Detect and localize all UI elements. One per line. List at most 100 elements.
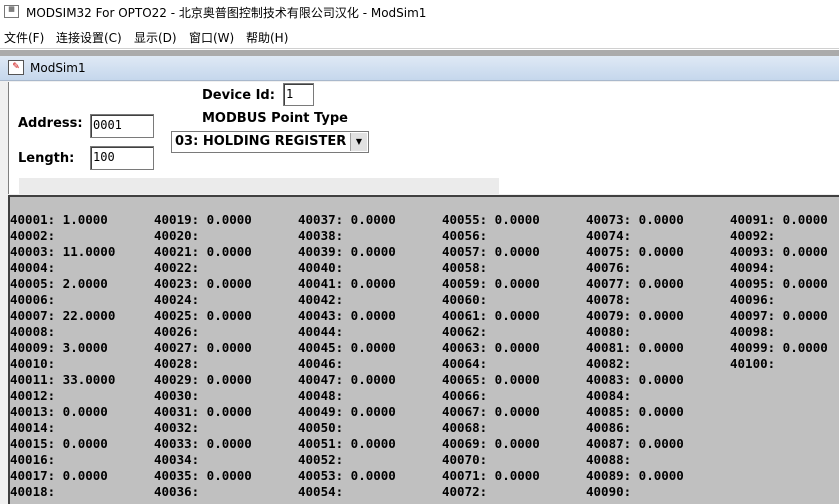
register-cell[interactable]: 40052: bbox=[298, 452, 396, 468]
register-cell[interactable]: 40056: bbox=[442, 228, 540, 244]
register-cell[interactable]: 40087: 0.0000 bbox=[586, 436, 684, 452]
register-cell[interactable]: 40012: bbox=[10, 388, 115, 404]
register-cell[interactable]: 40086: bbox=[586, 420, 684, 436]
register-cell[interactable]: 40019: 0.0000 bbox=[154, 212, 252, 228]
register-cell[interactable]: 40079: 0.0000 bbox=[586, 308, 684, 324]
register-cell[interactable]: 40017: 0.0000 bbox=[10, 468, 115, 484]
register-cell[interactable]: 40004: bbox=[10, 260, 115, 276]
register-cell[interactable]: 40077: 0.0000 bbox=[586, 276, 684, 292]
register-cell[interactable]: 40047: 0.0000 bbox=[298, 372, 396, 388]
menu-display[interactable]: 显示(D) bbox=[134, 29, 177, 46]
register-cell[interactable]: 40053: 0.0000 bbox=[298, 468, 396, 484]
register-cell[interactable]: 40001: 1.0000 bbox=[10, 212, 115, 228]
register-cell[interactable]: 40066: bbox=[442, 388, 540, 404]
register-cell[interactable]: 40085: 0.0000 bbox=[586, 404, 684, 420]
register-cell[interactable]: 40016: bbox=[10, 452, 115, 468]
register-cell[interactable]: 40007: 22.0000 bbox=[10, 308, 115, 324]
register-cell[interactable]: 40024: bbox=[154, 292, 252, 308]
register-cell[interactable]: 40031: 0.0000 bbox=[154, 404, 252, 420]
register-cell[interactable]: 40033: 0.0000 bbox=[154, 436, 252, 452]
register-cell[interactable]: 40018: bbox=[10, 484, 115, 500]
register-cell[interactable]: 40010: bbox=[10, 356, 115, 372]
register-cell[interactable]: 40067: 0.0000 bbox=[442, 404, 540, 420]
register-cell[interactable]: 40082: bbox=[586, 356, 684, 372]
register-cell[interactable]: 40050: bbox=[298, 420, 396, 436]
register-cell[interactable]: 40020: bbox=[154, 228, 252, 244]
register-cell[interactable]: 40003: 11.0000 bbox=[10, 244, 115, 260]
register-cell[interactable]: 40032: bbox=[154, 420, 252, 436]
register-cell[interactable]: 40091: 0.0000 bbox=[730, 212, 828, 228]
menu-file[interactable]: 文件(F) bbox=[4, 29, 44, 46]
register-cell[interactable]: 40084: bbox=[586, 388, 684, 404]
register-cell[interactable]: 40035: 0.0000 bbox=[154, 468, 252, 484]
register-cell[interactable]: 40073: 0.0000 bbox=[586, 212, 684, 228]
register-grid[interactable]: 40001: 1.0000 40002: 40003: 11.0000 40004: 4… bbox=[8, 195, 839, 504]
register-cell[interactable]: 40100: bbox=[730, 356, 828, 372]
register-cell[interactable]: 40063: 0.0000 bbox=[442, 340, 540, 356]
register-cell[interactable]: 40026: bbox=[154, 324, 252, 340]
child-titlebar[interactable]: ✎ ModSim1 bbox=[0, 56, 839, 81]
register-cell[interactable]: 40038: bbox=[298, 228, 396, 244]
register-cell[interactable]: 40059: 0.0000 bbox=[442, 276, 540, 292]
register-cell[interactable]: 40094: bbox=[730, 260, 828, 276]
device-id-field[interactable]: 1 bbox=[283, 83, 314, 106]
register-cell[interactable]: 40058: bbox=[442, 260, 540, 276]
register-cell[interactable]: 40029: 0.0000 bbox=[154, 372, 252, 388]
register-cell[interactable]: 40002: bbox=[10, 228, 115, 244]
register-cell[interactable]: 40076: bbox=[586, 260, 684, 276]
register-cell[interactable]: 40054: bbox=[298, 484, 396, 500]
register-cell[interactable]: 40036: bbox=[154, 484, 252, 500]
register-cell[interactable]: 40093: 0.0000 bbox=[730, 244, 828, 260]
register-cell[interactable]: 40065: 0.0000 bbox=[442, 372, 540, 388]
register-cell[interactable]: 40006: bbox=[10, 292, 115, 308]
register-cell[interactable]: 40023: 0.0000 bbox=[154, 276, 252, 292]
register-cell[interactable]: 40042: bbox=[298, 292, 396, 308]
register-cell[interactable]: 40071: 0.0000 bbox=[442, 468, 540, 484]
register-cell[interactable]: 40095: 0.0000 bbox=[730, 276, 828, 292]
register-cell[interactable]: 40074: bbox=[586, 228, 684, 244]
register-cell[interactable]: 40098: bbox=[730, 324, 828, 340]
register-cell[interactable]: 40081: 0.0000 bbox=[586, 340, 684, 356]
register-cell[interactable]: 40060: bbox=[442, 292, 540, 308]
register-cell[interactable]: 40014: bbox=[10, 420, 115, 436]
register-cell[interactable]: 40021: 0.0000 bbox=[154, 244, 252, 260]
register-cell[interactable]: 40027: 0.0000 bbox=[154, 340, 252, 356]
register-cell[interactable]: 40030: bbox=[154, 388, 252, 404]
register-cell[interactable]: 40096: bbox=[730, 292, 828, 308]
register-cell[interactable]: 40062: bbox=[442, 324, 540, 340]
register-cell[interactable]: 40075: 0.0000 bbox=[586, 244, 684, 260]
register-cell[interactable]: 40055: 0.0000 bbox=[442, 212, 540, 228]
register-cell[interactable]: 40011: 33.0000 bbox=[10, 372, 115, 388]
register-cell[interactable]: 40041: 0.0000 bbox=[298, 276, 396, 292]
menu-help[interactable]: 帮助(H) bbox=[246, 29, 288, 46]
register-cell[interactable]: 40064: bbox=[442, 356, 540, 372]
register-cell[interactable]: 40008: bbox=[10, 324, 115, 340]
register-cell[interactable]: 40039: 0.0000 bbox=[298, 244, 396, 260]
register-cell[interactable]: 40097: 0.0000 bbox=[730, 308, 828, 324]
register-cell[interactable]: 40049: 0.0000 bbox=[298, 404, 396, 420]
register-cell[interactable]: 40061: 0.0000 bbox=[442, 308, 540, 324]
chevron-down-icon[interactable]: ▼ bbox=[350, 133, 367, 151]
register-cell[interactable]: 40068: bbox=[442, 420, 540, 436]
register-cell[interactable]: 40092: bbox=[730, 228, 828, 244]
register-cell[interactable]: 40009: 3.0000 bbox=[10, 340, 115, 356]
register-cell[interactable]: 40025: 0.0000 bbox=[154, 308, 252, 324]
register-cell[interactable]: 40072: bbox=[442, 484, 540, 500]
register-cell[interactable]: 40022: bbox=[154, 260, 252, 276]
register-cell[interactable]: 40099: 0.0000 bbox=[730, 340, 828, 356]
register-cell[interactable]: 40088: bbox=[586, 452, 684, 468]
register-cell[interactable]: 40078: bbox=[586, 292, 684, 308]
register-cell[interactable]: 40028: bbox=[154, 356, 252, 372]
register-cell[interactable]: 40051: 0.0000 bbox=[298, 436, 396, 452]
window-titlebar[interactable]: ▦ MODSIM32 For OPTO22 - 北京奥普图控制技术有限公司汉化 … bbox=[0, 0, 839, 24]
length-field[interactable]: 100 bbox=[90, 146, 154, 170]
register-cell[interactable]: 40045: 0.0000 bbox=[298, 340, 396, 356]
register-cell[interactable]: 40057: 0.0000 bbox=[442, 244, 540, 260]
register-cell[interactable]: 40069: 0.0000 bbox=[442, 436, 540, 452]
register-cell[interactable]: 40070: bbox=[442, 452, 540, 468]
register-cell[interactable]: 40046: bbox=[298, 356, 396, 372]
register-cell[interactable]: 40044: bbox=[298, 324, 396, 340]
register-cell[interactable]: 40013: 0.0000 bbox=[10, 404, 115, 420]
point-type-select[interactable]: 03: HOLDING REGISTER ▼ bbox=[171, 131, 369, 153]
menu-window[interactable]: 窗口(W) bbox=[189, 29, 234, 46]
